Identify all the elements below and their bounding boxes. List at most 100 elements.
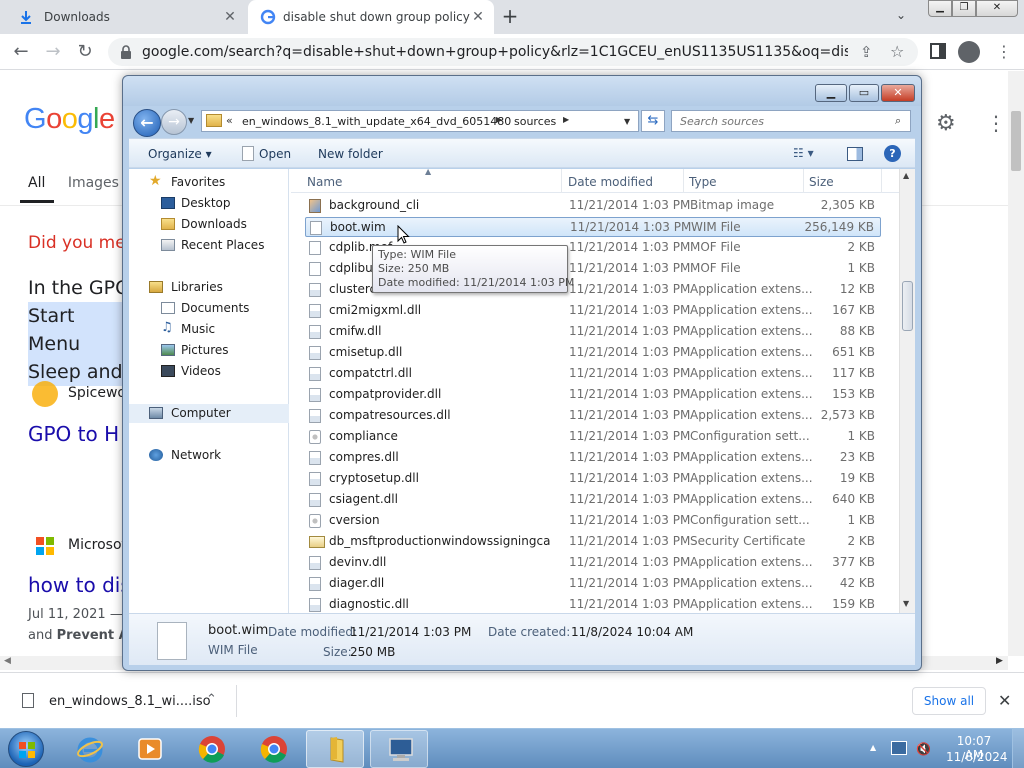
more-options-icon[interactable]: ⋮ (996, 42, 1012, 61)
lock-icon[interactable] (120, 45, 132, 59)
tab-downloads[interactable]: Downloads ✕ (0, 0, 246, 34)
nav-network[interactable]: Network (129, 446, 289, 465)
scroll-down-arrow-icon[interactable]: ▼ (903, 599, 909, 608)
breadcrumb-overflow-icon[interactable]: « (226, 114, 233, 127)
history-dropdown-icon[interactable]: ▼ (188, 116, 194, 125)
show-all-button[interactable]: Show all (912, 687, 986, 715)
column-header-name[interactable]: Name (307, 175, 342, 189)
breadcrumb-separator-icon[interactable]: ▶ (496, 115, 502, 124)
nav-favorites[interactable]: ★ Favorites (129, 173, 289, 192)
show-hidden-icons-icon[interactable]: ▲ (870, 743, 876, 752)
forward-arrow-icon[interactable]: → (42, 41, 64, 63)
nav-documents[interactable]: Documents (129, 299, 289, 318)
file-row[interactable]: diagnostic.dll 11/21/2014 1:03 PM Applicat… (305, 595, 881, 615)
file-row[interactable]: compres.dll 11/21/2014 1:03 PM Application… (305, 448, 881, 468)
file-row[interactable]: compliance 11/21/2014 1:03 PM Configuratio… (305, 427, 881, 447)
tab-google-search[interactable]: disable shut down group policy ✕ (248, 0, 494, 34)
help-icon[interactable]: ? (884, 145, 901, 162)
column-separator[interactable] (683, 169, 684, 193)
nav-downloads[interactable]: Downloads (129, 215, 289, 234)
nav-computer[interactable]: Computer (129, 404, 289, 423)
file-row[interactable]: cmifw.dll 11/21/2014 1:03 PM Application e… (305, 322, 881, 342)
url-text[interactable]: google.com/search?q=disable+shut+down+gr… (142, 44, 848, 60)
volume-muted-icon[interactable]: 🔇 (916, 742, 931, 756)
file-row[interactable]: devinv.dll 11/21/2014 1:03 PM Application … (305, 553, 881, 573)
window-minimize-button[interactable]: ▁ (928, 0, 952, 17)
search-input[interactable] (671, 110, 911, 132)
close-icon[interactable]: ✕ (998, 691, 1011, 710)
file-row[interactable]: cmisetup.dll 11/21/2014 1:03 PM Applicatio… (305, 343, 881, 363)
page-scrollbar-thumb[interactable] (1011, 111, 1021, 171)
preview-pane-icon[interactable] (847, 147, 863, 161)
column-header-size[interactable]: Size (809, 175, 834, 189)
taskbar-chrome-2[interactable] (244, 730, 302, 768)
file-row[interactable]: compatresources.dll 11/21/2014 1:03 PM App… (305, 406, 881, 426)
refresh-icon[interactable]: ⇆ (641, 110, 665, 132)
google-logo[interactable]: Google (24, 103, 115, 136)
reload-icon[interactable]: ↻ (74, 41, 96, 63)
nav-recent-places[interactable]: Recent Places (129, 236, 289, 255)
result-title-link[interactable]: GPO to H (28, 422, 119, 446)
window-close-button[interactable]: ✕ (976, 0, 1018, 17)
column-separator[interactable] (803, 169, 804, 193)
explorer-maximize-button[interactable]: ▭ (849, 84, 879, 102)
file-row[interactable]: diager.dll 11/21/2014 1:03 PM Application … (305, 574, 881, 594)
column-header-date[interactable]: Date modified (568, 175, 653, 189)
new-folder-button[interactable]: New folder (318, 147, 383, 161)
new-tab-button[interactable]: + (500, 6, 520, 26)
taskbar-file-explorer[interactable] (306, 730, 364, 768)
taskbar-remote-desktop[interactable] (370, 730, 428, 768)
nav-pictures[interactable]: Pictures (129, 341, 289, 360)
address-bar[interactable]: google.com/search?q=disable+shut+down+gr… (108, 38, 918, 66)
scrollbar-thumb[interactable] (902, 281, 913, 331)
explorer-minimize-button[interactable]: ▁ (815, 84, 847, 102)
start-button[interactable] (8, 731, 44, 767)
nav-libraries[interactable]: Libraries (129, 278, 289, 297)
nav-videos[interactable]: Videos (129, 362, 289, 381)
breadcrumb-separator-icon[interactable]: ▶ (563, 115, 569, 124)
breadcrumb-item[interactable]: en_windows_8.1_with_update_x64_dvd_60514… (242, 115, 511, 128)
file-row[interactable]: compatprovider.dll 11/21/2014 1:03 PM Appl… (305, 385, 881, 405)
profile-avatar-icon[interactable] (958, 41, 980, 63)
nav-music[interactable]: ♫ Music (129, 320, 289, 339)
search-tab-images[interactable]: Images (68, 175, 119, 191)
file-list-scrollbar[interactable]: ▲ ▼ (899, 169, 915, 613)
result-source[interactable]: Microsof (68, 537, 126, 553)
clock-date[interactable]: 11/8/2024 (946, 750, 1008, 764)
column-header-type[interactable]: Type (689, 175, 717, 189)
taskbar-internet-explorer[interactable] (60, 730, 118, 768)
search-tab-all[interactable]: All (28, 175, 45, 191)
address-dropdown-icon[interactable]: ▼ (624, 117, 630, 126)
change-view-icon[interactable]: ☷ ▾ (793, 146, 814, 160)
chevron-up-icon[interactable]: ⌃ (206, 692, 217, 707)
show-desktop-button[interactable] (1012, 729, 1024, 768)
nav-desktop[interactable]: Desktop (129, 194, 289, 213)
taskbar-chrome-1[interactable] (182, 730, 240, 768)
column-separator[interactable] (561, 169, 562, 193)
side-panel-icon[interactable] (930, 43, 946, 59)
taskbar-media-player[interactable] (120, 730, 178, 768)
tab-search-chevron-icon[interactable]: ⌄ (896, 8, 906, 22)
file-row[interactable]: cversion 11/21/2014 1:03 PM Configuration … (305, 511, 881, 531)
result-title-link[interactable]: how to dis (28, 573, 131, 597)
scroll-right-arrow-icon[interactable]: ▶ (996, 656, 1003, 666)
close-icon[interactable]: ✕ (222, 9, 238, 25)
back-arrow-icon[interactable]: ← (10, 41, 32, 63)
open-button[interactable]: Open (259, 147, 291, 161)
file-row[interactable]: background_cli 11/21/2014 1:03 PM Bitmap i… (305, 196, 881, 216)
bookmark-star-icon[interactable]: ☆ (890, 42, 904, 61)
window-restore-button[interactable]: ❐ (952, 0, 976, 17)
file-row[interactable]: compatctrl.dll 11/21/2014 1:03 PM Applicat… (305, 364, 881, 384)
column-separator[interactable] (881, 169, 882, 193)
explorer-title-bar[interactable]: ▁ ▭ ✕ (123, 76, 921, 106)
back-arrow-icon[interactable]: ← (133, 109, 161, 137)
breadcrumb-item[interactable]: sources (514, 115, 556, 128)
search-icon[interactable]: ⌕ (895, 114, 901, 128)
scroll-up-arrow-icon[interactable]: ▲ (903, 171, 909, 180)
explorer-address-bar[interactable]: « en_windows_8.1_with_update_x64_dvd_605… (201, 110, 639, 132)
did-you-mean[interactable]: Did you mea (28, 233, 136, 253)
scroll-left-arrow-icon[interactable]: ◀ (4, 656, 11, 666)
file-row[interactable]: cryptosetup.dll 11/21/2014 1:03 PM Applica… (305, 469, 881, 489)
file-row[interactable]: csiagent.dll 11/21/2014 1:03 PM Applicatio… (305, 490, 881, 510)
settings-gear-icon[interactable]: ⚙ (936, 111, 956, 136)
